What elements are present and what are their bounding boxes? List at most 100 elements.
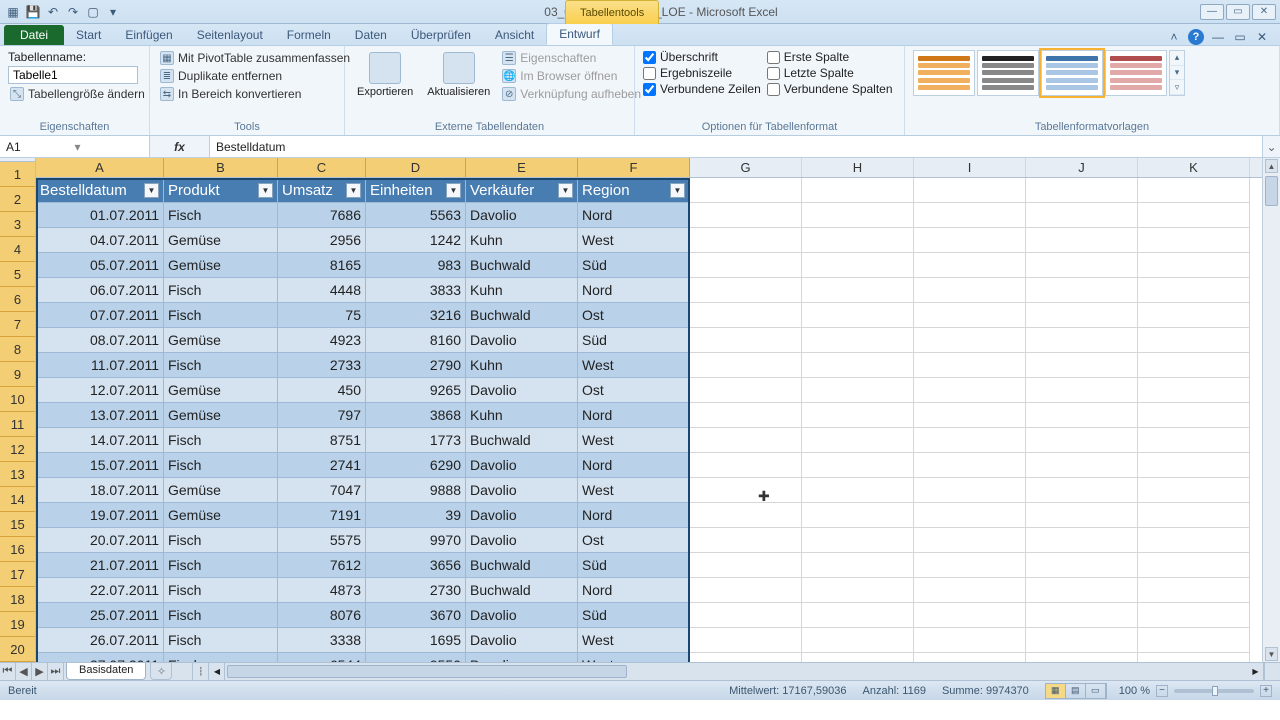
empty-cell[interactable] bbox=[802, 578, 914, 603]
empty-cell[interactable] bbox=[1026, 278, 1138, 303]
qat-more-icon[interactable]: ▾ bbox=[104, 3, 122, 21]
table-cell[interactable]: 4923 bbox=[278, 328, 366, 353]
empty-cell[interactable] bbox=[914, 253, 1026, 278]
empty-cell[interactable] bbox=[1026, 553, 1138, 578]
empty-cell[interactable] bbox=[690, 203, 802, 228]
empty-cell[interactable] bbox=[1026, 303, 1138, 328]
table-cell[interactable]: 4448 bbox=[278, 278, 366, 303]
table-cell[interactable]: 7686 bbox=[278, 203, 366, 228]
empty-cell[interactable] bbox=[914, 528, 1026, 553]
table-cell[interactable]: Fisch bbox=[164, 553, 278, 578]
table-cell[interactable]: Fisch bbox=[164, 603, 278, 628]
refresh-button[interactable]: Aktualisieren bbox=[423, 50, 494, 100]
chk-header[interactable]: Überschrift bbox=[643, 50, 761, 64]
fx-icon[interactable]: fx bbox=[174, 140, 185, 154]
empty-cell[interactable] bbox=[802, 278, 914, 303]
tab-seitenlayout[interactable]: Seitenlayout bbox=[185, 25, 275, 45]
empty-cell[interactable] bbox=[1138, 503, 1250, 528]
empty-cell[interactable] bbox=[690, 653, 802, 662]
table-cell[interactable]: 9970 bbox=[366, 528, 466, 553]
empty-cell[interactable] bbox=[1026, 378, 1138, 403]
empty-cell[interactable] bbox=[914, 303, 1026, 328]
table-cell[interactable]: 08.07.2011 bbox=[36, 328, 164, 353]
table-cell[interactable]: Buchwald bbox=[466, 303, 578, 328]
empty-cell[interactable] bbox=[802, 528, 914, 553]
table-cell[interactable]: Gemüse bbox=[164, 478, 278, 503]
style-gallery[interactable]: ▴▾▿ bbox=[913, 50, 1185, 96]
empty-cell[interactable] bbox=[690, 503, 802, 528]
empty-cell[interactable] bbox=[802, 553, 914, 578]
empty-cell[interactable] bbox=[690, 278, 802, 303]
empty-cell[interactable] bbox=[1138, 603, 1250, 628]
tab-einfuegen[interactable]: Einfügen bbox=[113, 25, 184, 45]
table-cell[interactable]: 8751 bbox=[278, 428, 366, 453]
table-cell[interactable]: Fisch bbox=[164, 278, 278, 303]
view-layout-icon[interactable]: ▤ bbox=[1066, 684, 1086, 698]
column-header[interactable]: D bbox=[366, 158, 466, 177]
empty-cell[interactable] bbox=[914, 578, 1026, 603]
style-swatch-selected[interactable] bbox=[1041, 50, 1103, 96]
empty-cell[interactable] bbox=[914, 378, 1026, 403]
hscroll-right-icon[interactable]: ▶ bbox=[1248, 663, 1264, 680]
zoom-out-button[interactable]: − bbox=[1156, 685, 1168, 697]
table-cell[interactable]: 3833 bbox=[366, 278, 466, 303]
remove-dup-button[interactable]: ≣Duplikate entfernen bbox=[158, 68, 352, 84]
table-cell[interactable]: Fisch bbox=[164, 578, 278, 603]
table-cell[interactable]: 8165 bbox=[278, 253, 366, 278]
empty-cell[interactable] bbox=[1026, 628, 1138, 653]
table-header-cell[interactable]: Bestelldatum▼ bbox=[36, 178, 164, 203]
table-cell[interactable]: 7612 bbox=[278, 553, 366, 578]
row-header[interactable]: 19 bbox=[0, 612, 35, 637]
table-cell[interactable]: 9265 bbox=[366, 378, 466, 403]
row-header[interactable]: 12 bbox=[0, 437, 35, 462]
chk-banded-rows[interactable]: Verbundene Zeilen bbox=[643, 82, 761, 96]
table-cell[interactable]: Gemüse bbox=[164, 503, 278, 528]
empty-cell[interactable] bbox=[1138, 478, 1250, 503]
empty-cell[interactable] bbox=[690, 228, 802, 253]
tab-ansicht[interactable]: Ansicht bbox=[483, 25, 546, 45]
table-cell[interactable]: 3670 bbox=[366, 603, 466, 628]
table-cell[interactable]: 11.07.2011 bbox=[36, 353, 164, 378]
empty-cell[interactable] bbox=[802, 603, 914, 628]
table-cell[interactable]: 13.07.2011 bbox=[36, 403, 164, 428]
table-cell[interactable]: 2741 bbox=[278, 453, 366, 478]
column-header[interactable]: K bbox=[1138, 158, 1250, 177]
table-cell[interactable]: West bbox=[578, 428, 690, 453]
table-cell[interactable]: Davolio bbox=[466, 528, 578, 553]
convert-range-button[interactable]: ⇆In Bereich konvertieren bbox=[158, 86, 352, 102]
filter-dropdown-icon[interactable]: ▼ bbox=[670, 183, 685, 198]
row-header[interactable]: 11 bbox=[0, 412, 35, 437]
empty-cell[interactable] bbox=[1138, 303, 1250, 328]
empty-cell[interactable] bbox=[914, 203, 1026, 228]
table-cell[interactable]: 6544 bbox=[278, 653, 366, 662]
table-cell[interactable]: 1242 bbox=[366, 228, 466, 253]
empty-cell[interactable] bbox=[1138, 178, 1250, 203]
tab-formeln[interactable]: Formeln bbox=[275, 25, 343, 45]
view-pagebreak-icon[interactable]: ▭ bbox=[1086, 684, 1106, 698]
empty-cell[interactable] bbox=[1026, 403, 1138, 428]
empty-cell[interactable] bbox=[690, 528, 802, 553]
table-cell[interactable]: Ost bbox=[578, 303, 690, 328]
column-header[interactable]: E bbox=[466, 158, 578, 177]
empty-cell[interactable] bbox=[1138, 353, 1250, 378]
empty-cell[interactable] bbox=[1026, 428, 1138, 453]
empty-cell[interactable] bbox=[914, 403, 1026, 428]
row-header[interactable]: 3 bbox=[0, 212, 35, 237]
empty-cell[interactable] bbox=[690, 353, 802, 378]
sheet-nav-next-icon[interactable]: ▶ bbox=[32, 663, 48, 680]
table-cell[interactable]: 18.07.2011 bbox=[36, 478, 164, 503]
table-cell[interactable]: 3868 bbox=[366, 403, 466, 428]
empty-cell[interactable] bbox=[690, 628, 802, 653]
horizontal-scrollbar[interactable]: ┆ ◀ ▶ bbox=[192, 663, 1264, 680]
table-cell[interactable]: 2733 bbox=[278, 353, 366, 378]
table-cell[interactable]: Buchwald bbox=[466, 253, 578, 278]
empty-cell[interactable] bbox=[802, 328, 914, 353]
empty-cell[interactable] bbox=[1026, 253, 1138, 278]
hscroll-thumb[interactable] bbox=[227, 665, 627, 678]
table-cell[interactable]: 5563 bbox=[366, 203, 466, 228]
empty-cell[interactable] bbox=[690, 428, 802, 453]
table-cell[interactable]: 4873 bbox=[278, 578, 366, 603]
table-header-cell[interactable]: Verkäufer▼ bbox=[466, 178, 578, 203]
empty-cell[interactable] bbox=[914, 553, 1026, 578]
table-cell[interactable]: Buchwald bbox=[466, 428, 578, 453]
